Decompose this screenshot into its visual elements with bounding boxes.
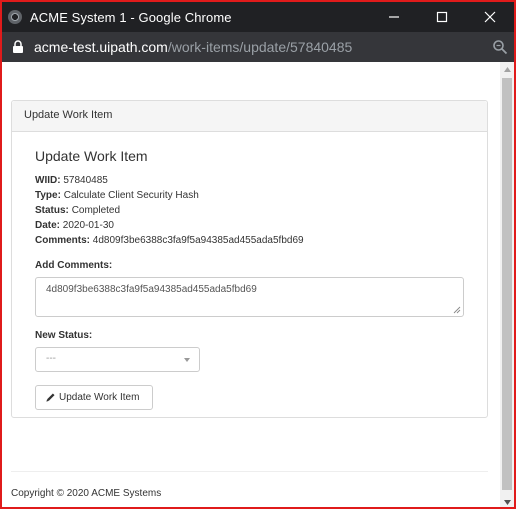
update-work-item-button[interactable]: Update Work Item xyxy=(35,385,153,410)
new-status-select[interactable]: --- xyxy=(35,347,200,372)
new-status-label: New Status: xyxy=(35,330,93,341)
status-label: Status: xyxy=(35,205,69,216)
form-title: Update Work Item xyxy=(35,148,148,164)
type-row: Type: Calculate Client Security Hash xyxy=(35,188,487,203)
comments-label: Comments: xyxy=(35,235,91,246)
type-label: Type: xyxy=(35,190,61,201)
close-icon xyxy=(484,11,496,23)
scrollbar-thumb[interactable] xyxy=(502,78,512,490)
new-status-selected: --- xyxy=(46,353,56,364)
wiid-value: 57840485 xyxy=(63,175,108,186)
window-title: ACME System 1 - Google Chrome xyxy=(30,9,232,25)
comments-row: Comments: 4d809f3be6388c3fa9f5a94385ad45… xyxy=(35,233,487,248)
address-bar[interactable]: acme-test.uipath.com/work-items/update/5… xyxy=(2,32,514,62)
comments-value: 4d809f3be6388c3fa9f5a94385ad455ada5fbd69 xyxy=(92,235,304,246)
chrome-logo-icon xyxy=(8,10,22,24)
lock-icon xyxy=(13,40,23,53)
wiid-row: WIID: 57840485 xyxy=(35,173,487,188)
panel-body: Update Work Item WIID: 57840485 Type: Ca… xyxy=(12,148,487,410)
wiid-label: WIID: xyxy=(35,175,61,186)
date-row: Date: 2020-01-30 xyxy=(35,218,487,233)
type-value: Calculate Client Security Hash xyxy=(63,190,199,201)
resize-handle-icon[interactable] xyxy=(453,306,461,314)
scroll-up-button[interactable] xyxy=(500,62,514,76)
pencil-icon xyxy=(46,393,55,402)
zoom-icon[interactable] xyxy=(492,39,508,55)
status-value: Completed xyxy=(71,205,121,216)
url-text[interactable]: acme-test.uipath.com/work-items/update/5… xyxy=(34,39,352,55)
date-label: Date: xyxy=(35,220,61,231)
panel-heading: Update Work Item xyxy=(12,101,487,132)
browser-window: ACME System 1 - Google Chrome acme-test.… xyxy=(0,0,516,509)
date-value: 2020-01-30 xyxy=(62,220,114,231)
status-row: Status: Completed xyxy=(35,203,487,218)
scroll-down-arrow-icon xyxy=(503,499,511,505)
url-host: acme-test.uipath.com xyxy=(34,39,168,55)
close-button[interactable] xyxy=(466,2,514,32)
vertical-scrollbar[interactable] xyxy=(500,62,514,507)
footer-copyright: Copyright © 2020 ACME Systems xyxy=(11,488,162,499)
title-bar: ACME System 1 - Google Chrome xyxy=(2,2,514,32)
window-controls xyxy=(370,2,514,32)
page-viewport: Update Work Item Update Work Item WIID: … xyxy=(2,62,514,507)
minimize-icon xyxy=(389,16,399,18)
minimize-button[interactable] xyxy=(370,2,418,32)
add-comments-textarea[interactable]: 4d809f3be6388c3fa9f5a94385ad455ada5fbd69 xyxy=(35,277,464,317)
url-path: /work-items/update/57840485 xyxy=(167,39,353,55)
caret-down-icon xyxy=(184,358,190,362)
update-work-item-button-label: Update Work Item xyxy=(59,392,140,403)
maximize-button[interactable] xyxy=(418,2,466,32)
maximize-icon xyxy=(436,11,448,23)
scroll-down-button[interactable] xyxy=(500,495,514,507)
scroll-up-arrow-icon xyxy=(503,66,511,72)
update-work-item-panel: Update Work Item Update Work Item WIID: … xyxy=(11,100,488,418)
footer-divider xyxy=(11,471,488,472)
add-comments-text: 4d809f3be6388c3fa9f5a94385ad455ada5fbd69 xyxy=(46,284,257,295)
work-item-details: WIID: 57840485 Type: Calculate Client Se… xyxy=(35,173,487,248)
add-comments-label: Add Comments: xyxy=(35,260,113,271)
